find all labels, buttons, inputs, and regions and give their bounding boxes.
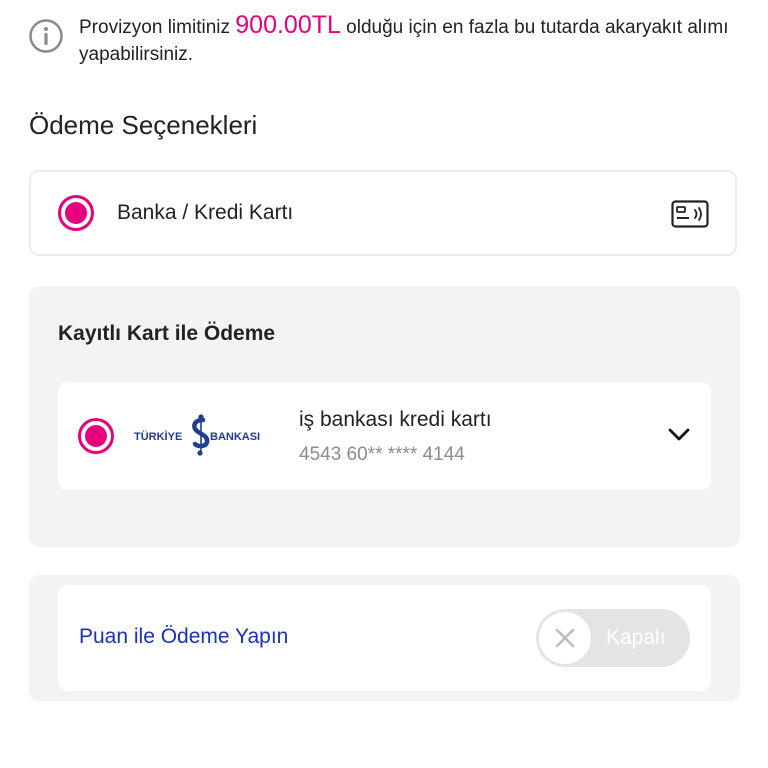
payment-options-title: Ödeme Seçenekleri [29,110,258,140]
info-icon [29,19,63,53]
saved-card-selector[interactable]: TÜRKİYE BANKASI iş bankası kredi kartı 4… [58,382,711,490]
points-card: Puan ile Ödeme Yapın Kapalı [58,585,711,691]
points-panel: Puan ile Ödeme Yapın Kapalı [29,575,740,701]
isbank-logo: TÜRKİYE BANKASI [134,414,260,456]
toggle-knob [539,612,591,664]
radio-selected-dot [65,202,87,224]
saved-card-name: iş bankası kredi kartı [299,408,492,431]
chevron-down-icon[interactable] [667,426,691,444]
toggle-state-label: Kapalı [606,626,666,649]
bank-card-radio[interactable] [58,195,94,231]
saved-card-number: 4543 60** **** 4144 [299,444,465,465]
saved-card-panel: Kayıtlı Kart ile Ödeme TÜRKİYE BANKASI i… [29,286,740,547]
bank-card-option[interactable]: Banka / Kredi Kartı [29,170,737,256]
provision-info-text: Provizyon limitiniz 900.00TL olduğu için… [79,12,740,68]
contactless-card-icon [671,200,709,228]
bank-logo-left-text: TÜRKİYE [134,430,182,443]
radio-selected-dot [85,425,107,447]
pay-with-points-label[interactable]: Puan ile Ödeme Yapın [79,625,288,649]
pay-with-points-toggle[interactable]: Kapalı [536,609,690,667]
saved-card-radio[interactable] [78,418,114,454]
bank-card-label: Banka / Kredi Kartı [117,201,294,224]
provision-amount: 900.00TL [235,11,341,39]
bank-logo-right-text: BANKASI [210,431,260,443]
close-icon [555,628,575,648]
saved-card-title: Kayıtlı Kart ile Ödeme [58,322,276,345]
provision-info: Provizyon limitiniz 900.00TL olduğu için… [28,12,740,68]
info-prefix: Provizyon limitiniz [79,17,236,38]
